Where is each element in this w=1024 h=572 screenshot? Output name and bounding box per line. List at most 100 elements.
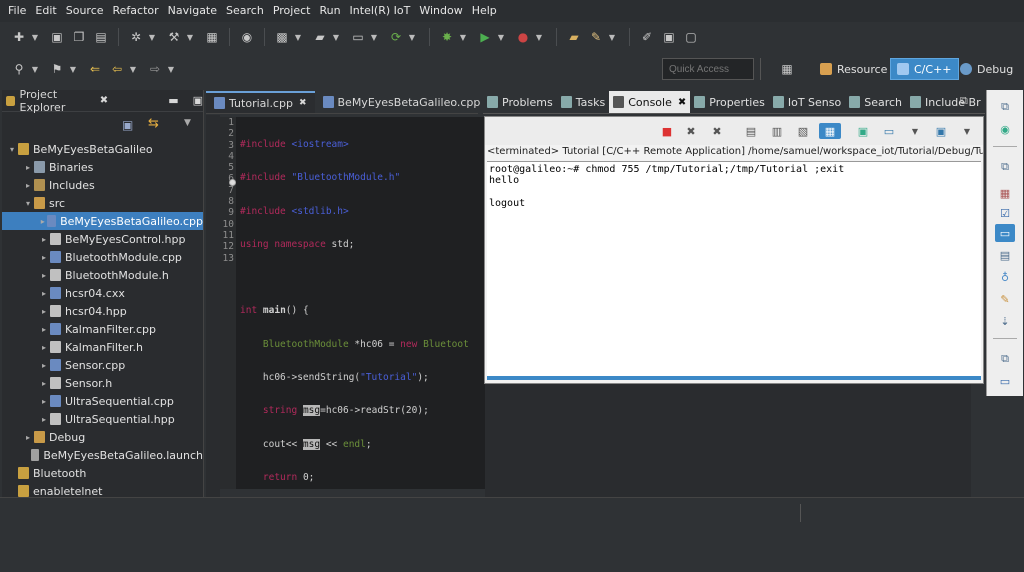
clear-console-icon[interactable]: ▤ [743, 123, 759, 139]
tree-item[interactable]: ▸ Debug [2, 428, 203, 446]
debug-icon[interactable]: ◉ [238, 28, 256, 46]
build-icon[interactable]: ⚒ [165, 28, 183, 46]
new-folder-icon[interactable]: ▰ [311, 28, 329, 46]
maximize-icon[interactable]: ▣ [193, 94, 203, 107]
tab-problems[interactable]: Problems [483, 91, 557, 113]
menu-window[interactable]: Window [415, 0, 466, 22]
word-wrap-icon[interactable]: ▧ [795, 123, 811, 139]
menu-file[interactable]: File [4, 0, 30, 22]
new-dropdown-icon[interactable]: ▼ [30, 28, 40, 46]
tab-tasks[interactable]: Tasks [557, 91, 609, 113]
tab-bemyeyes-cpp[interactable]: BeMyEyesBetaGalileo.cpp [315, 91, 489, 113]
tab-console[interactable]: Console ✖ [609, 91, 691, 113]
tree-item[interactable]: ▸ UltraSequential.hpp [2, 410, 203, 428]
close-icon[interactable]: ✖ [299, 98, 307, 108]
tree-item[interactable]: ▸ KalmanFilter.cpp [2, 320, 203, 338]
perspective-resource-button[interactable]: Resource [814, 58, 893, 80]
restore-icon[interactable]: ⧉ [995, 98, 1015, 116]
new-file-dropdown-icon[interactable]: ▼ [369, 28, 379, 46]
menu-source[interactable]: Source [62, 0, 108, 22]
menu-search[interactable]: Search [222, 0, 268, 22]
search-icon[interactable]: ✎ [995, 290, 1015, 308]
settings-dropdown-icon[interactable]: ▼ [147, 28, 157, 46]
perspective-debug-button[interactable]: Debug [954, 58, 1019, 80]
perspective-cpp-button[interactable]: C/C++ [890, 58, 959, 80]
tree-item[interactable]: ▾ BeMyEyesBetaGalileo [2, 140, 203, 158]
save-all-icon[interactable]: ❐ [70, 28, 88, 46]
document-icon[interactable]: ▦ [203, 28, 221, 46]
collapse-all-icon[interactable]: ▣ [122, 118, 133, 132]
remove-launch-icon[interactable]: ✖ [683, 123, 699, 139]
tree-item[interactable]: ▸ BeMyEyesBetaGalileo.cpp [2, 212, 203, 230]
pin-console-icon[interactable]: ▣ [855, 123, 871, 139]
problems-icon[interactable]: ☑ [995, 204, 1015, 222]
expand-toggle-icon[interactable]: ▸ [38, 271, 50, 280]
display-console-dropdown-icon[interactable]: ▼ [907, 123, 923, 139]
outline-icon[interactable]: ◉ [995, 120, 1015, 138]
run-dropdown-icon[interactable]: ▼ [496, 28, 506, 46]
expand-toggle-icon[interactable]: ▸ [38, 343, 50, 352]
pen-icon[interactable]: ✐ [638, 28, 656, 46]
open-folder-icon[interactable]: ▰ [565, 28, 583, 46]
debug-run-icon[interactable]: ✸ [438, 28, 456, 46]
pin-dropdown-icon[interactable]: ▼ [30, 60, 40, 78]
expand-toggle-icon[interactable]: ▸ [38, 397, 50, 406]
tab-iot-senso[interactable]: IoT Senso [769, 91, 845, 113]
tree-item[interactable]: ▸ Sensor.cpp [2, 356, 203, 374]
restore-icon[interactable]: ⧉ [995, 350, 1015, 368]
scroll-lock-icon[interactable]: ▥ [769, 123, 785, 139]
forward-icon[interactable]: ⇨ [146, 60, 164, 78]
expand-toggle-icon[interactable]: ▸ [38, 379, 50, 388]
menu-help[interactable]: Help [468, 0, 501, 22]
new-icon[interactable]: ✚ [10, 28, 28, 46]
pane-icon[interactable]: ▢ [682, 28, 700, 46]
tree-item[interactable]: ▸ hcsr04.cxx [2, 284, 203, 302]
new-project-icon[interactable]: ▩ [273, 28, 291, 46]
menu-intel-r-iot[interactable]: Intel(R) IoT [346, 0, 415, 22]
tree-item[interactable]: BeMyEyesBetaGalileo.launch [2, 446, 203, 464]
expand-toggle-icon[interactable]: ▸ [38, 361, 50, 370]
properties-icon[interactable]: ▤ [995, 246, 1015, 264]
panel-icon[interactable]: ▣ [660, 28, 678, 46]
tree-item[interactable]: ▸ KalmanFilter.h [2, 338, 203, 356]
tree-item[interactable]: ▸ Includes [2, 176, 203, 194]
menu-navigate[interactable]: Navigate [164, 0, 221, 22]
tab-include-br[interactable]: Include Br [906, 91, 985, 113]
task-list-icon[interactable]: ▭ [995, 372, 1015, 390]
expand-toggle-icon[interactable]: ▸ [38, 235, 50, 244]
build-dropdown-icon[interactable]: ▼ [185, 28, 195, 46]
menu-refactor[interactable]: Refactor [109, 0, 163, 22]
tab-search[interactable]: Search [845, 91, 906, 113]
expand-toggle-icon[interactable]: ▸ [38, 289, 50, 298]
tree-item[interactable]: ▸ hcsr04.hpp [2, 302, 203, 320]
open-perspective-icon[interactable]: ▦ [778, 60, 796, 78]
tree-item[interactable]: ▸ Binaries [2, 158, 203, 176]
open-console-dropdown-icon[interactable]: ▼ [959, 123, 975, 139]
make-targets-icon[interactable]: ▦ [995, 184, 1015, 202]
expand-toggle-icon[interactable]: ▾ [22, 199, 34, 208]
restore-icon[interactable]: ⧉ [995, 158, 1015, 176]
menu-run[interactable]: Run [315, 0, 344, 22]
console-icon[interactable]: ▭ [995, 224, 1015, 242]
settings-icon[interactable]: ✲ [127, 28, 145, 46]
tree-item[interactable]: ▸ UltraSequential.cpp [2, 392, 203, 410]
iot-sensor-icon[interactable]: ♁ [995, 268, 1015, 286]
include-browser-icon[interactable]: ⇣ [995, 312, 1015, 330]
tree-item[interactable]: ▸ BluetoothModule.cpp [2, 248, 203, 266]
console-output[interactable]: root@galileo:~# chmod 755 /tmp/Tutorial;… [487, 161, 981, 379]
debug-run-dropdown-icon[interactable]: ▼ [458, 28, 468, 46]
tree-item[interactable]: ▸ BluetoothModule.h [2, 266, 203, 284]
code-editor[interactable]: 12345678910111213 #include <iostream> #i… [220, 117, 485, 516]
console-horizontal-scrollbar[interactable] [487, 376, 981, 380]
new-folder-dropdown-icon[interactable]: ▼ [331, 28, 341, 46]
link-with-editor-icon[interactable]: ⇆ [148, 116, 159, 131]
minimize-icon[interactable]: ▬ [168, 94, 178, 107]
external-tools-icon[interactable]: ● [514, 28, 532, 46]
expand-toggle-icon[interactable]: ▸ [38, 307, 50, 316]
brush-icon[interactable]: ✎ [587, 28, 605, 46]
expand-toggle-icon[interactable]: ▸ [22, 181, 34, 190]
last-edit-icon[interactable]: ⇐ [86, 60, 104, 78]
quick-access-input[interactable] [662, 58, 754, 80]
refresh-icon[interactable]: ⟳ [387, 28, 405, 46]
expand-toggle-icon[interactable]: ▸ [38, 253, 50, 262]
